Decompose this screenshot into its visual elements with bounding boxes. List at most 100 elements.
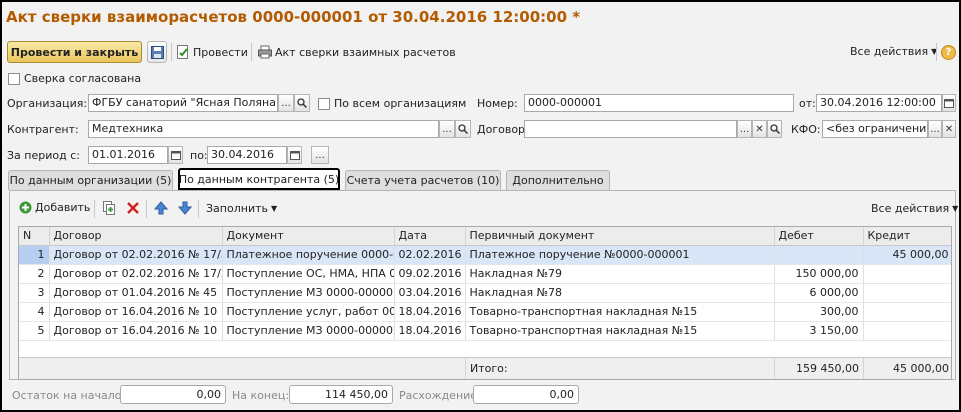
date-cell[interactable]: 18.04.2016 (394, 321, 466, 341)
arrow-up-icon (153, 201, 169, 215)
debit-cell[interactable]: 150 000,00 (774, 264, 864, 284)
document-cell[interactable]: Платежное поручение 0000-00... (222, 245, 395, 265)
all-organizations-checkbox[interactable] (318, 98, 330, 110)
document-cell[interactable]: Поступление услуг, работ 000... (222, 302, 395, 322)
contract-open-button[interactable] (767, 120, 782, 138)
post-and-close-button[interactable]: Провести и закрыть (7, 41, 142, 63)
move-down-button[interactable] (177, 201, 193, 215)
primary-document-cell[interactable]: Накладная №78 (465, 283, 775, 303)
contract-field[interactable] (524, 120, 737, 138)
primary-document-cell[interactable]: Товарно-транспортная накладная №15 (465, 321, 775, 341)
end-balance-label: На конец: (232, 389, 290, 402)
contractor-field[interactable]: Медтехника (88, 120, 439, 138)
debit-cell[interactable]: 6 000,00 (774, 283, 864, 303)
organization-open-button[interactable] (294, 94, 310, 112)
add-row-button[interactable]: Добавить (19, 201, 90, 214)
table-all-actions-menu[interactable]: Все действия ▼ (871, 202, 958, 215)
period-from-calendar-button[interactable] (168, 146, 183, 164)
date-cell[interactable]: 03.04.2016 (394, 283, 466, 303)
contract-cell[interactable]: Договор от 16.04.2016 № 10 (49, 302, 223, 322)
contract-select-button[interactable]: ... (737, 120, 752, 138)
column-header[interactable]: Дебет (774, 227, 864, 246)
credit-cell[interactable]: 45 000,00 (863, 245, 951, 265)
all-actions-menu[interactable]: Все действия ▼ (850, 45, 937, 58)
credit-cell[interactable] (863, 321, 951, 341)
credit-cell[interactable] (863, 264, 951, 284)
primary-document-cell[interactable]: Платежное поручение №0000-000001 (465, 245, 775, 265)
tab-organization-data[interactable]: По данным организации (5) (8, 170, 173, 190)
contract-cell[interactable]: Договор от 16.04.2016 № 10 (49, 321, 223, 341)
agreed-checkbox[interactable] (8, 73, 20, 85)
document-cell[interactable]: Поступление МЗ 0000-000002 ... (222, 321, 395, 341)
table-row[interactable]: 5 Договор от 16.04.2016 № 10 Поступление… (19, 321, 951, 341)
row-number-cell[interactable]: 2 (19, 264, 50, 284)
copy-row-button[interactable] (102, 201, 116, 215)
contract-cell[interactable]: Договор от 01.04.2016 № 45 (49, 283, 223, 303)
period-from-field[interactable]: 01.01.2016 (88, 146, 168, 164)
move-up-button[interactable] (153, 201, 169, 215)
column-header[interactable]: Кредит (863, 227, 951, 246)
table-row[interactable]: 2 Договор от 02.02.2016 № 17/3 Поступлен… (19, 264, 951, 284)
help-button[interactable]: ? (941, 45, 956, 60)
number-field[interactable]: 0000-000001 (524, 94, 794, 112)
post-button[interactable]: Провести (176, 45, 248, 59)
document-cell[interactable]: Поступление ОС, НМА, НПА 0... (222, 264, 395, 284)
date-field[interactable]: 30.04.2016 12:00:00 (816, 94, 942, 112)
period-to-field[interactable]: 30.04.2016 (207, 146, 287, 164)
contract-cell[interactable]: Договор от 02.02.2016 № 17/3 (49, 264, 223, 284)
contractor-select-button[interactable]: ... (439, 120, 455, 138)
print-reconciliation-button[interactable]: Акт сверки взаимных расчетов (258, 45, 456, 59)
document-window: Акт сверки взаиморасчетов 0000-000001 от… (2, 2, 959, 410)
start-balance-label: Остаток на начало: (12, 389, 126, 402)
column-header[interactable]: Первичный документ (465, 227, 775, 246)
contract-cell[interactable]: Договор от 02.02.2016 № 17/3 (49, 245, 223, 265)
period-to-calendar-button[interactable] (287, 146, 302, 164)
kfo-clear-button[interactable]: ✕ (942, 120, 956, 138)
credit-cell[interactable] (863, 283, 951, 303)
fill-menu[interactable]: Заполнить ▼ (206, 202, 277, 215)
end-balance-field: 114 450,00 (289, 385, 393, 404)
period-to-label: по: (190, 149, 208, 162)
delete-row-button[interactable] (126, 201, 140, 215)
column-header[interactable]: Документ (222, 227, 395, 246)
kfo-select-button[interactable]: ... (928, 120, 942, 138)
date-cell[interactable]: 09.02.2016 (394, 264, 466, 284)
arrow-down-icon (177, 201, 193, 215)
row-number-cell[interactable]: 1 (19, 245, 50, 265)
date-cell[interactable]: 02.02.2016 (394, 245, 466, 265)
column-header[interactable]: N (19, 227, 50, 246)
table-row[interactable]: 4 Договор от 16.04.2016 № 10 Поступление… (19, 302, 951, 322)
date-picker-button[interactable] (942, 94, 956, 112)
toolbar-separator (251, 43, 252, 61)
save-button[interactable] (147, 41, 167, 63)
row-number-cell[interactable]: 4 (19, 302, 50, 322)
tab-settlement-accounts[interactable]: Счета учета расчетов (10) (345, 170, 501, 190)
contract-clear-button[interactable]: ✕ (752, 120, 767, 138)
period-select-button[interactable]: ... (311, 146, 329, 164)
organization-select-button[interactable]: ... (278, 94, 294, 112)
primary-document-cell[interactable]: Накладная №79 (465, 264, 775, 284)
row-number-cell[interactable]: 5 (19, 321, 50, 341)
column-header[interactable]: Договор (49, 227, 223, 246)
kfo-field[interactable]: <без ограничения> (822, 120, 928, 138)
table-row[interactable]: 3 Договор от 01.04.2016 № 45 Поступление… (19, 283, 951, 303)
tab-additional[interactable]: Дополнительно (506, 170, 610, 190)
credit-cell[interactable] (863, 302, 951, 322)
reconciliation-table[interactable]: N Договор Документ Дата Первичный докуме… (18, 226, 952, 380)
debit-cell[interactable]: 3 150,00 (774, 321, 864, 341)
row-number-cell[interactable]: 3 (19, 283, 50, 303)
table-row[interactable]: 1 Договор от 02.02.2016 № 17/3 Платежное… (19, 245, 951, 265)
date-cell[interactable]: 18.04.2016 (394, 302, 466, 322)
organization-field[interactable]: ФГБУ санаторий "Ясная Поляна" (88, 94, 278, 112)
debit-cell[interactable]: 300,00 (774, 302, 864, 322)
tab-contractor-data[interactable]: По данным контрагента (5) (178, 168, 340, 190)
primary-document-cell[interactable]: Товарно-транспортная накладная №15 (465, 302, 775, 322)
start-balance-field: 0,00 (120, 385, 226, 404)
document-cell[interactable]: Поступление МЗ 0000-000001 ... (222, 283, 395, 303)
help-icon: ? (945, 47, 952, 58)
copy-icon (103, 201, 115, 215)
column-header[interactable]: Дата (394, 227, 466, 246)
dropdown-arrow-icon: ▼ (270, 204, 278, 213)
debit-cell[interactable] (774, 245, 864, 265)
contractor-open-button[interactable] (455, 120, 471, 138)
